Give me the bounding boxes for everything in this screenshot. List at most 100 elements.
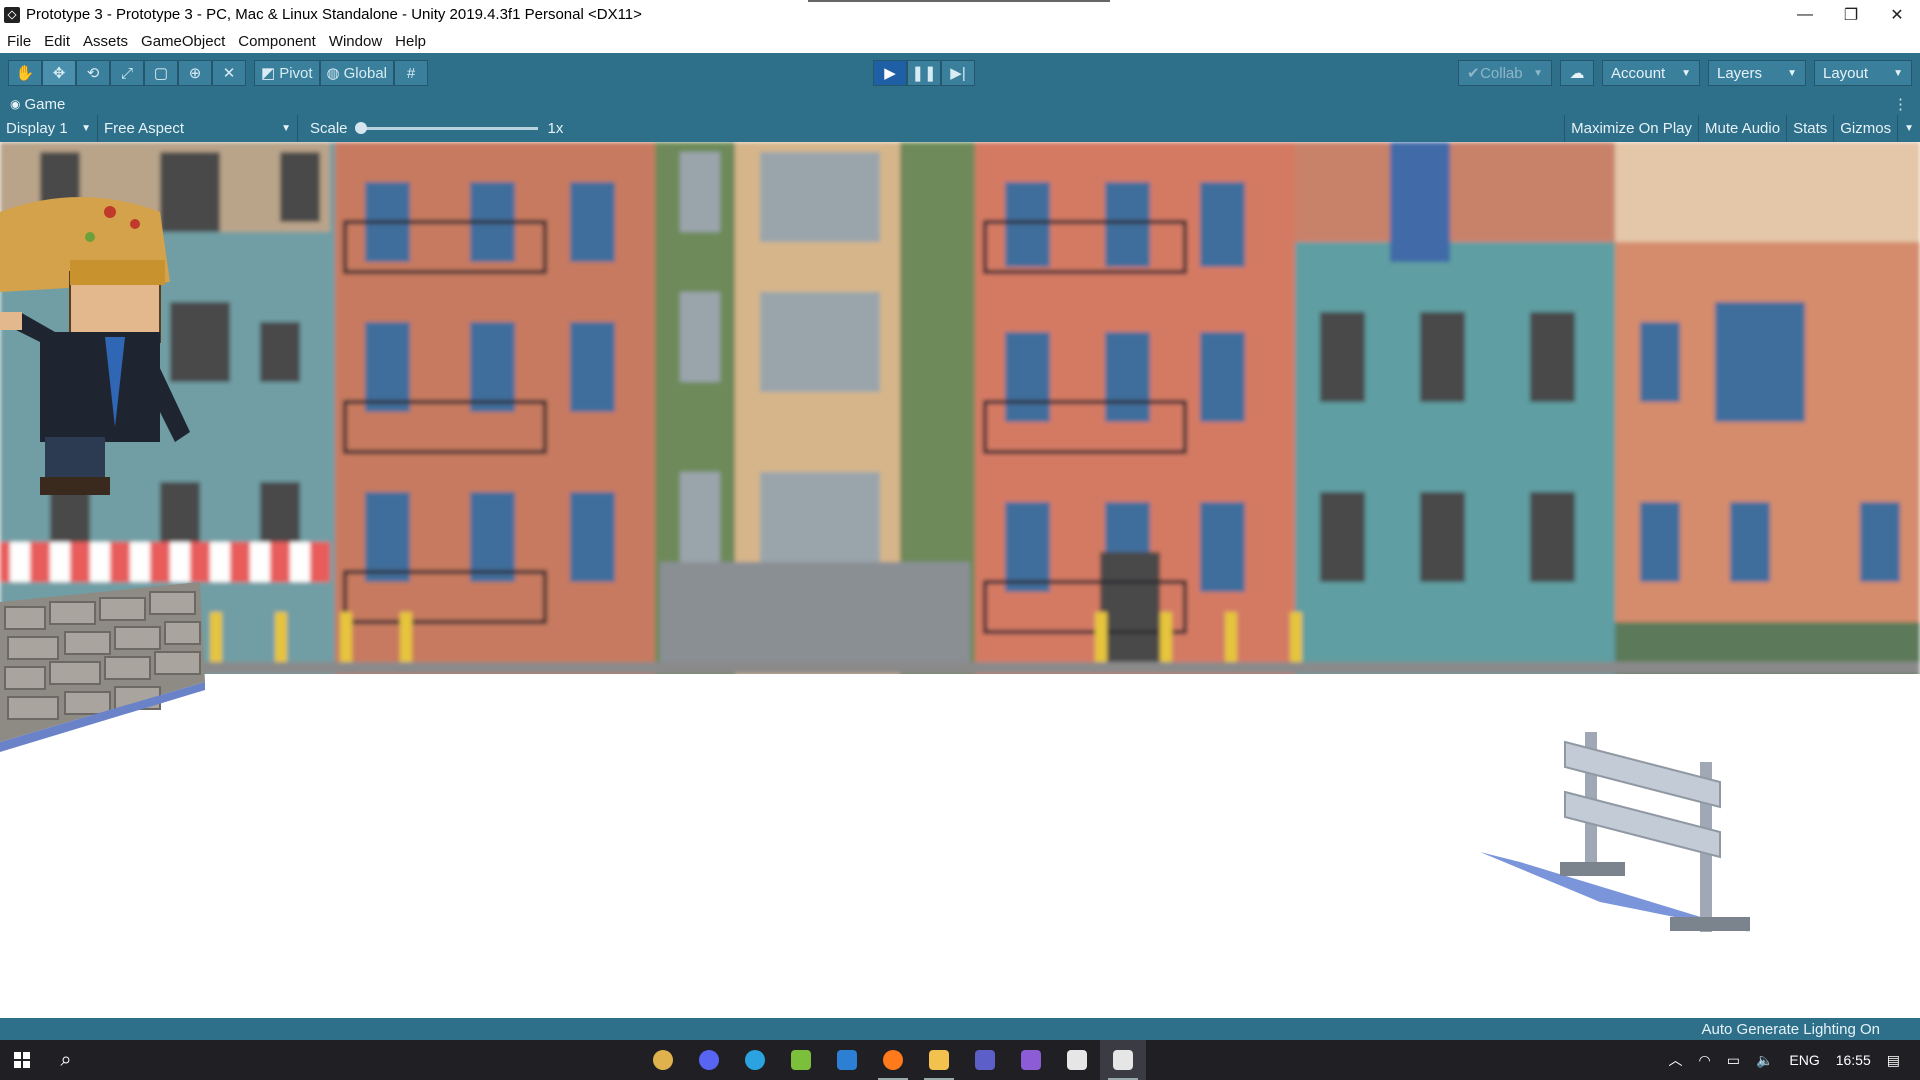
- scale-tool-icon[interactable]: ⤢: [110, 60, 144, 86]
- menu-component[interactable]: Component: [231, 33, 322, 50]
- menu-edit[interactable]: Edit: [37, 33, 76, 50]
- move-tool-icon[interactable]: ✥: [42, 60, 76, 86]
- scale-slider[interactable]: [354, 122, 538, 134]
- pause-button[interactable]: ❚❚: [907, 60, 941, 86]
- pivot-button[interactable]: ◩ Pivot: [254, 60, 320, 86]
- taskbar-app-firefox[interactable]: [870, 1040, 916, 1080]
- global-label: Global: [343, 64, 387, 82]
- notifications-icon[interactable]: ▤: [1887, 1052, 1900, 1069]
- tab-game[interactable]: Game: [24, 96, 65, 113]
- transform-tool-icon[interactable]: ⊕: [178, 60, 212, 86]
- status-bar: Auto Generate Lighting On: [0, 1018, 1920, 1040]
- stats-toggle[interactable]: Stats: [1786, 115, 1833, 142]
- transform-tools: ✋ ✥ ⟲ ⤢ ▢ ⊕ ✕: [8, 60, 246, 86]
- menu-file[interactable]: File: [0, 33, 37, 50]
- layout-label: Layout: [1823, 64, 1869, 82]
- grid-snap-icon: #: [406, 64, 416, 82]
- collab-label: Collab: [1480, 64, 1523, 82]
- gizmos-dropdown[interactable]: ▼: [1897, 115, 1920, 142]
- taskbar-app-bluestacks[interactable]: [778, 1040, 824, 1080]
- layout-dropdown[interactable]: Layout ▼: [1814, 60, 1912, 86]
- taskbar-app-teams[interactable]: [962, 1040, 1008, 1080]
- discord-icon: [699, 1050, 719, 1070]
- telegram-icon: [745, 1050, 765, 1070]
- rotate-tool-icon[interactable]: ⟲: [76, 60, 110, 86]
- search-button[interactable]: ⌕: [44, 1040, 88, 1080]
- taskbar-apps: [640, 1040, 1146, 1080]
- taskbar-app-visual-studio[interactable]: [1008, 1040, 1054, 1080]
- collab-dropdown[interactable]: ✔ Collab ▼: [1458, 60, 1552, 86]
- taskbar-app-unity[interactable]: [1100, 1040, 1146, 1080]
- layers-dropdown[interactable]: Layers ▼: [1708, 60, 1806, 86]
- restore-button[interactable]: ❐: [1828, 0, 1874, 29]
- wifi-icon[interactable]: ◠: [1698, 1052, 1710, 1069]
- volume-icon[interactable]: 🔈: [1756, 1052, 1773, 1069]
- account-dropdown[interactable]: Account ▼: [1602, 60, 1700, 86]
- battery-icon[interactable]: ▭: [1727, 1052, 1740, 1069]
- scale-slider-handle[interactable]: [354, 122, 367, 134]
- clock[interactable]: 16:55: [1836, 1052, 1871, 1068]
- taskbar-app-telegram[interactable]: [732, 1040, 778, 1080]
- custom-tool-icon[interactable]: ✕: [212, 60, 246, 86]
- language-indicator[interactable]: ENG: [1789, 1052, 1819, 1068]
- hand-tool-icon[interactable]: ✋: [8, 60, 42, 86]
- start-button[interactable]: [0, 1040, 44, 1080]
- game-viewport[interactable]: [0, 142, 1920, 1018]
- slack-icon: [653, 1050, 673, 1070]
- layers-label: Layers: [1717, 64, 1763, 82]
- taskbar-app-mail[interactable]: [824, 1040, 870, 1080]
- minimize-button[interactable]: —: [1782, 0, 1828, 29]
- chevron-down-icon: ▼: [1533, 67, 1543, 79]
- cloud-button[interactable]: ☁: [1560, 60, 1594, 86]
- game-scene: [0, 142, 1920, 1018]
- title-drag-indicator: [808, 0, 1110, 2]
- collab-check-icon: ✔: [1467, 65, 1480, 82]
- pivot-group: ◩ Pivot ◍ Global #: [254, 60, 428, 86]
- taskbar-app-file-explorer[interactable]: [916, 1040, 962, 1080]
- chevron-down-icon: ▼: [1893, 67, 1903, 79]
- display-select[interactable]: Display 1 ▼: [0, 115, 98, 142]
- menu-window[interactable]: Window: [322, 33, 388, 50]
- taskbar-app-unity-hub[interactable]: [1054, 1040, 1100, 1080]
- rect-tool-icon[interactable]: ▢: [144, 60, 178, 86]
- menu-assets[interactable]: Assets: [76, 33, 134, 50]
- aspect-select[interactable]: Free Aspect ▼: [98, 115, 298, 142]
- main-toolbar: ✋ ✥ ⟲ ⤢ ▢ ⊕ ✕ ◩ Pivot ◍ Global # ▶ ❚❚ ▶|…: [0, 53, 1920, 93]
- unity-hub-icon: [1067, 1050, 1087, 1070]
- close-button[interactable]: ✕: [1874, 0, 1920, 29]
- play-icon: ▶: [884, 65, 896, 82]
- taskbar-app-discord[interactable]: [686, 1040, 732, 1080]
- maximize-on-play-toggle[interactable]: Maximize On Play: [1564, 115, 1698, 142]
- windows-taskbar: ⌕ ︿ ◠ ▭ 🔈 ENG 16:55 ▤: [0, 1040, 1920, 1080]
- mute-audio-toggle[interactable]: Mute Audio: [1698, 115, 1786, 142]
- pause-icon: ❚❚: [911, 65, 937, 82]
- scale-label: Scale: [310, 120, 348, 137]
- visual-studio-icon: [1021, 1050, 1041, 1070]
- bluestacks-icon: [791, 1050, 811, 1070]
- global-button[interactable]: ◍ Global: [319, 60, 394, 86]
- play-button[interactable]: ▶: [873, 60, 907, 86]
- more-options-icon[interactable]: ⋮: [1893, 95, 1908, 113]
- unity-logo-icon: [4, 6, 20, 23]
- file-explorer-icon: [929, 1050, 949, 1070]
- play-controls: ▶ ❚❚ ▶|: [873, 60, 975, 86]
- gamepad-icon: ◉: [10, 97, 21, 111]
- game-tab-bar: ◉ Game ⋮: [0, 93, 1920, 115]
- title-bar: Prototype 3 - Prototype 3 - PC, Mac & Li…: [0, 0, 1920, 29]
- teams-icon: [975, 1050, 995, 1070]
- menu-gameobject[interactable]: GameObject: [134, 33, 231, 50]
- aspect-label: Free Aspect: [104, 120, 185, 137]
- game-view-toolbar: Display 1 ▼ Free Aspect ▼ Scale 1x Maxim…: [0, 115, 1920, 142]
- menu-help[interactable]: Help: [388, 33, 432, 50]
- unity-icon: [1113, 1050, 1133, 1070]
- pivot-icon: ◩: [261, 65, 276, 82]
- taskbar-app-slack[interactable]: [640, 1040, 686, 1080]
- step-button[interactable]: ▶|: [941, 60, 975, 86]
- chevron-down-icon: ▼: [1681, 67, 1691, 79]
- display-label: Display 1: [6, 120, 68, 137]
- chevron-up-icon[interactable]: ︿: [1668, 1050, 1682, 1070]
- gizmos-toggle[interactable]: Gizmos: [1833, 115, 1897, 142]
- firefox-icon: [883, 1050, 903, 1070]
- snap-grid-button[interactable]: #: [394, 60, 428, 86]
- chevron-down-icon: ▼: [281, 123, 291, 134]
